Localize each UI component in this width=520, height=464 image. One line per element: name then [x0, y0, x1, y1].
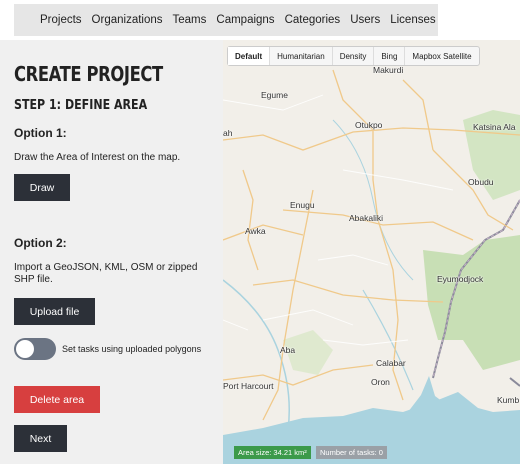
draw-button[interactable]: Draw	[14, 174, 70, 201]
place-label: Otukpo	[355, 120, 383, 130]
place-label: Makurdi	[373, 65, 404, 75]
nav-users[interactable]: Users	[350, 14, 380, 26]
top-navigation: Projects Organizations Teams Campaigns C…	[14, 4, 438, 36]
layer-switcher: Default Humanitarian Density Bing Mapbox…	[227, 46, 480, 66]
place-label: Abakaliki	[349, 213, 384, 223]
map-tiles	[223, 69, 520, 464]
option1-description: Draw the Area of Interest on the map.	[14, 152, 181, 163]
place-label: Oron	[371, 377, 390, 387]
nav-categories[interactable]: Categories	[285, 14, 341, 26]
layer-density[interactable]: Density	[333, 47, 375, 65]
next-button[interactable]: Next	[14, 425, 67, 452]
place-label: Aba	[280, 345, 296, 355]
layer-mapbox-satellite[interactable]: Mapbox Satellite	[405, 47, 478, 65]
nav-licenses[interactable]: Licenses	[390, 14, 435, 26]
layer-humanitarian[interactable]: Humanitarian	[270, 47, 333, 65]
option2-description: Import a GeoJSON, KML, OSM or zipped SHP…	[14, 262, 198, 285]
place-label: Port Harcourt	[223, 381, 274, 391]
uploaded-polygons-toggle[interactable]	[14, 338, 56, 360]
toggle-knob	[16, 340, 34, 358]
nav-campaigns[interactable]: Campaigns	[216, 14, 274, 26]
map-view[interactable]: Default Humanitarian Density Bing Mapbox…	[223, 40, 520, 464]
upload-file-button[interactable]: Upload file	[14, 298, 95, 325]
place-label: Enugu	[290, 200, 315, 210]
nav-projects[interactable]: Projects	[40, 14, 82, 26]
area-size-badge: Area size: 34.21 km²	[234, 446, 311, 459]
place-label: Calabar	[376, 358, 406, 368]
nav-teams[interactable]: Teams	[173, 14, 207, 26]
layer-default[interactable]: Default	[228, 47, 271, 65]
place-label: Egume	[261, 90, 288, 100]
place-label: Eyumodjock	[437, 274, 484, 284]
place-label: Awka	[245, 226, 266, 236]
nav-organizations[interactable]: Organizations	[92, 14, 163, 26]
option2-title: Option 2:	[14, 236, 67, 250]
create-project-panel: CREATE PROJECT STEP 1: DEFINE AREA Optio…	[0, 40, 223, 464]
place-label: Kumb	[497, 395, 520, 405]
page-title: CREATE PROJECT	[14, 62, 163, 86]
place-label: Obudu	[468, 177, 494, 187]
delete-area-button[interactable]: Delete area	[14, 386, 100, 413]
step-title: STEP 1: DEFINE AREA	[14, 98, 148, 113]
place-label: Katsina Ala	[473, 122, 516, 132]
task-count-badge: Number of tasks: 0	[316, 446, 387, 459]
layer-bing[interactable]: Bing	[374, 47, 406, 65]
option1-title: Option 1:	[14, 126, 67, 140]
toggle-label: Set tasks using uploaded polygons	[62, 344, 202, 354]
place-label: ah	[223, 128, 233, 138]
